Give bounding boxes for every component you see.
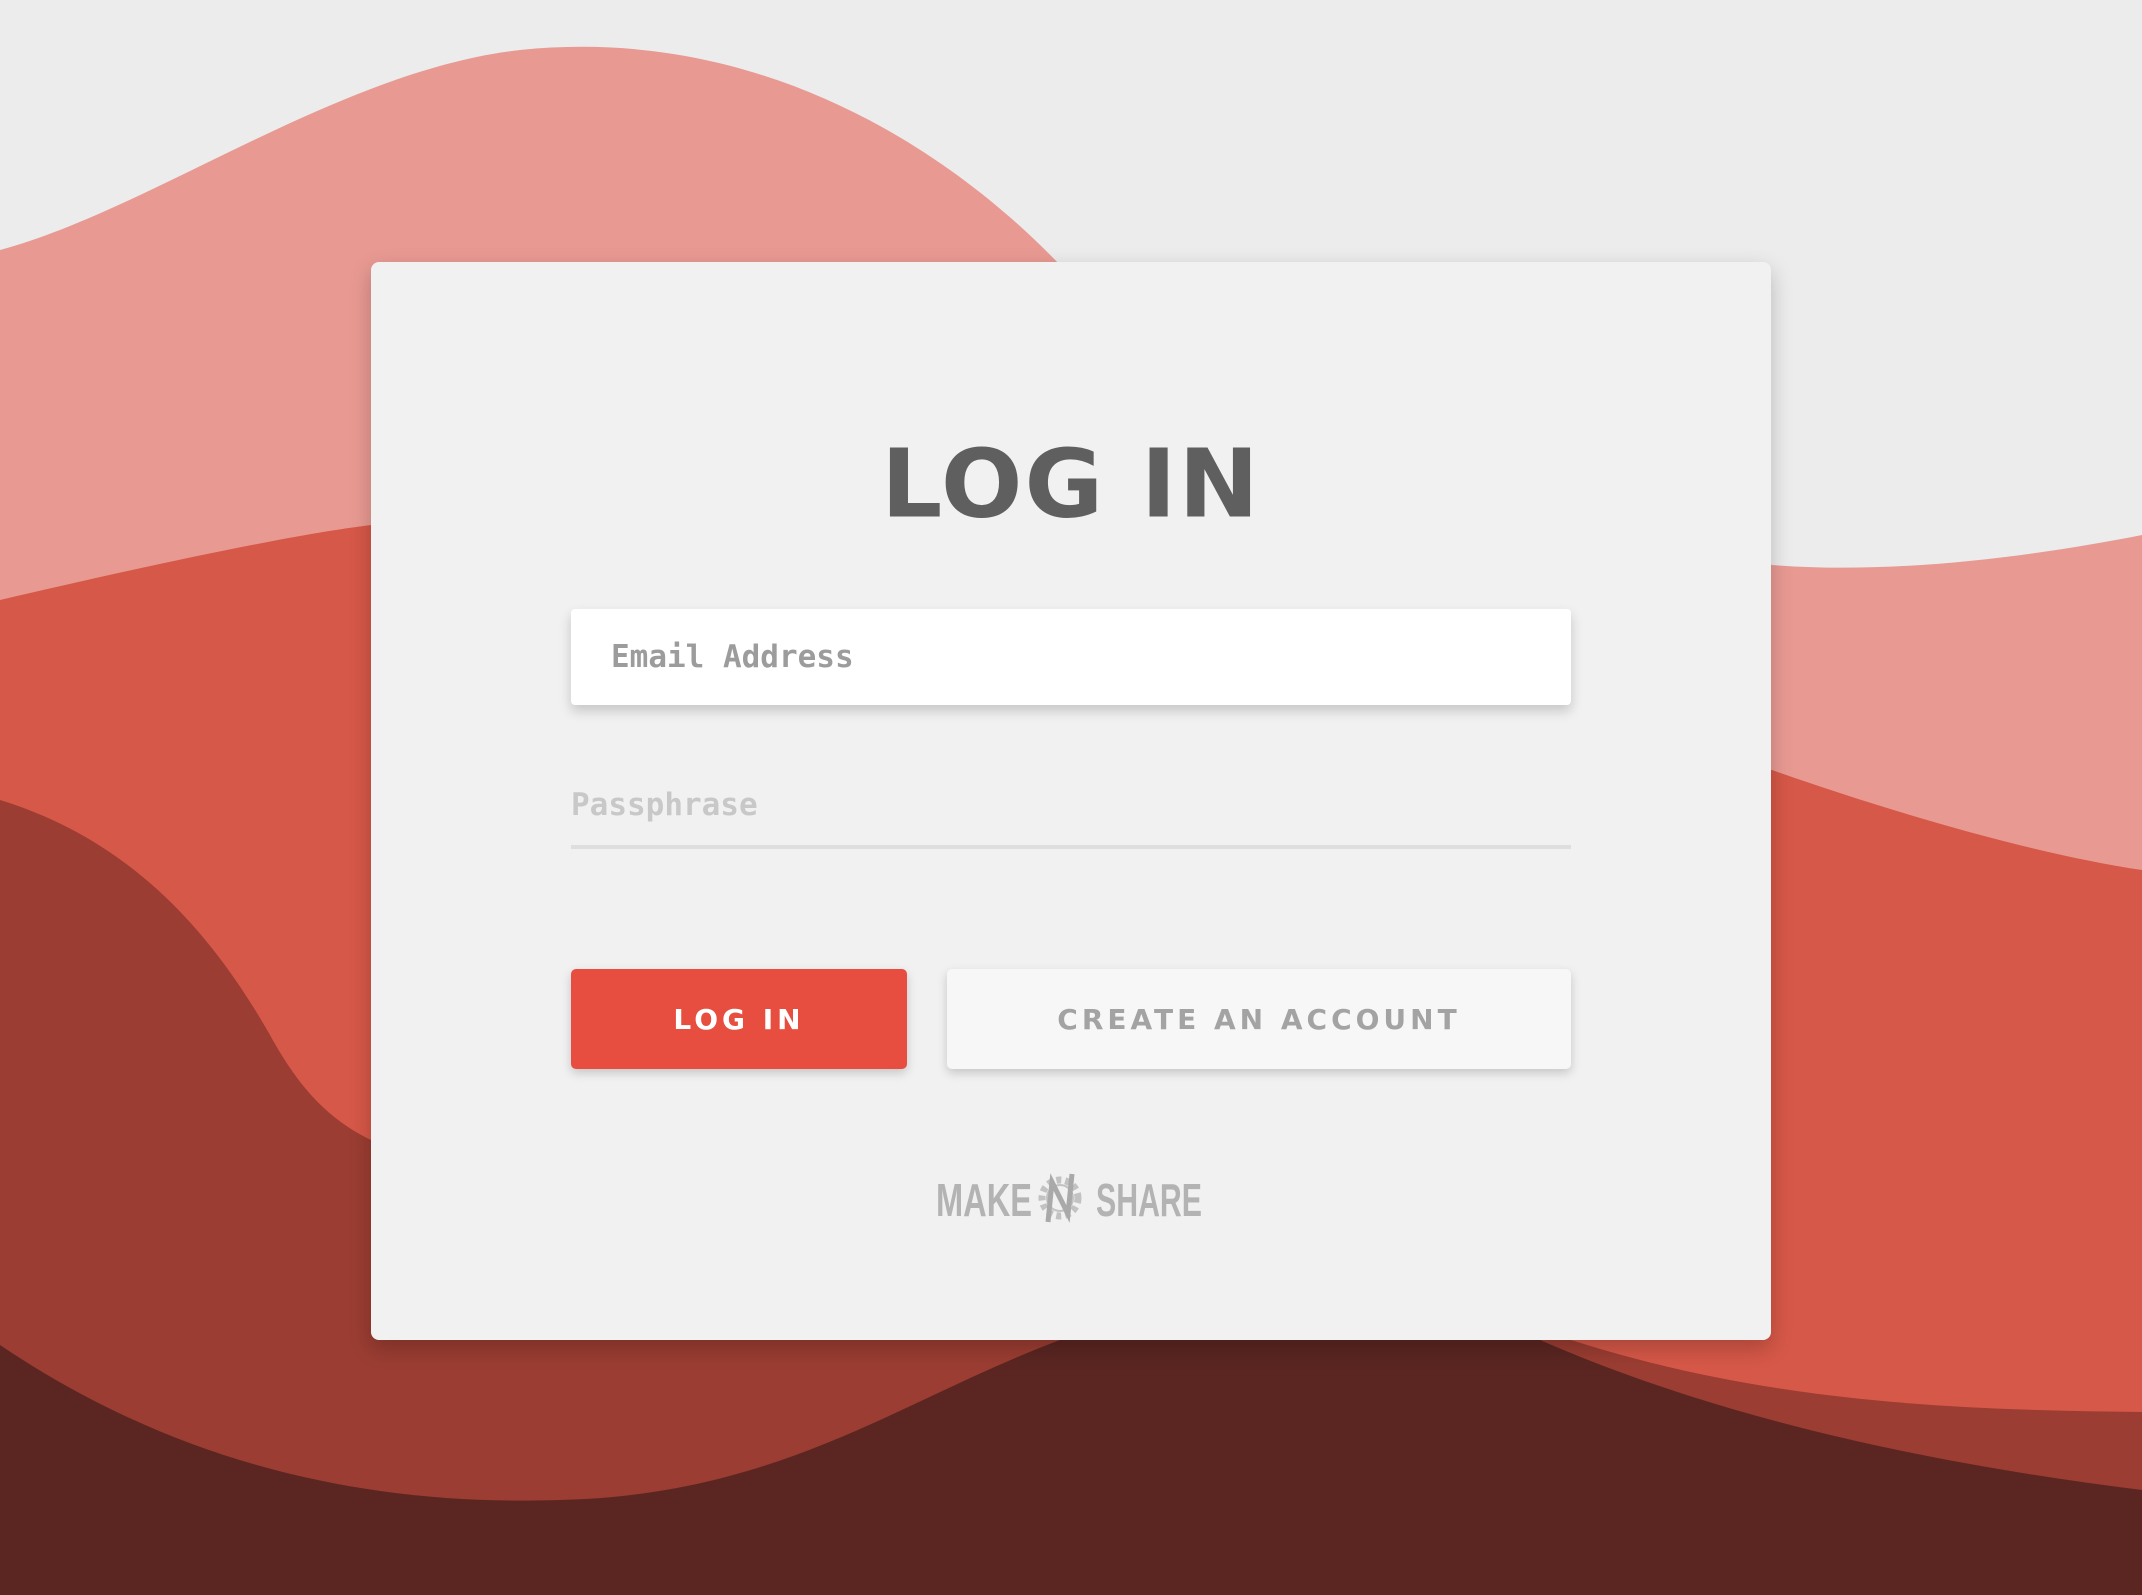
logo-word-share: SHARE bbox=[1096, 1174, 1202, 1226]
logo-word-make: MAKE bbox=[936, 1174, 1032, 1226]
create-account-button[interactable]: CREATE AN ACCOUNT bbox=[947, 969, 1571, 1069]
make-n-share-logo: MAKE SHARE bbox=[936, 1173, 1202, 1226]
page-title: LOG IN bbox=[881, 429, 1261, 539]
gear-n-icon bbox=[1038, 1173, 1082, 1223]
login-page: LOG IN LOG IN CREATE AN ACCOUNT MAKE SHA… bbox=[0, 0, 2142, 1595]
login-button[interactable]: LOG IN bbox=[571, 969, 907, 1069]
email-field[interactable] bbox=[571, 609, 1571, 705]
passphrase-field[interactable] bbox=[571, 765, 1571, 849]
